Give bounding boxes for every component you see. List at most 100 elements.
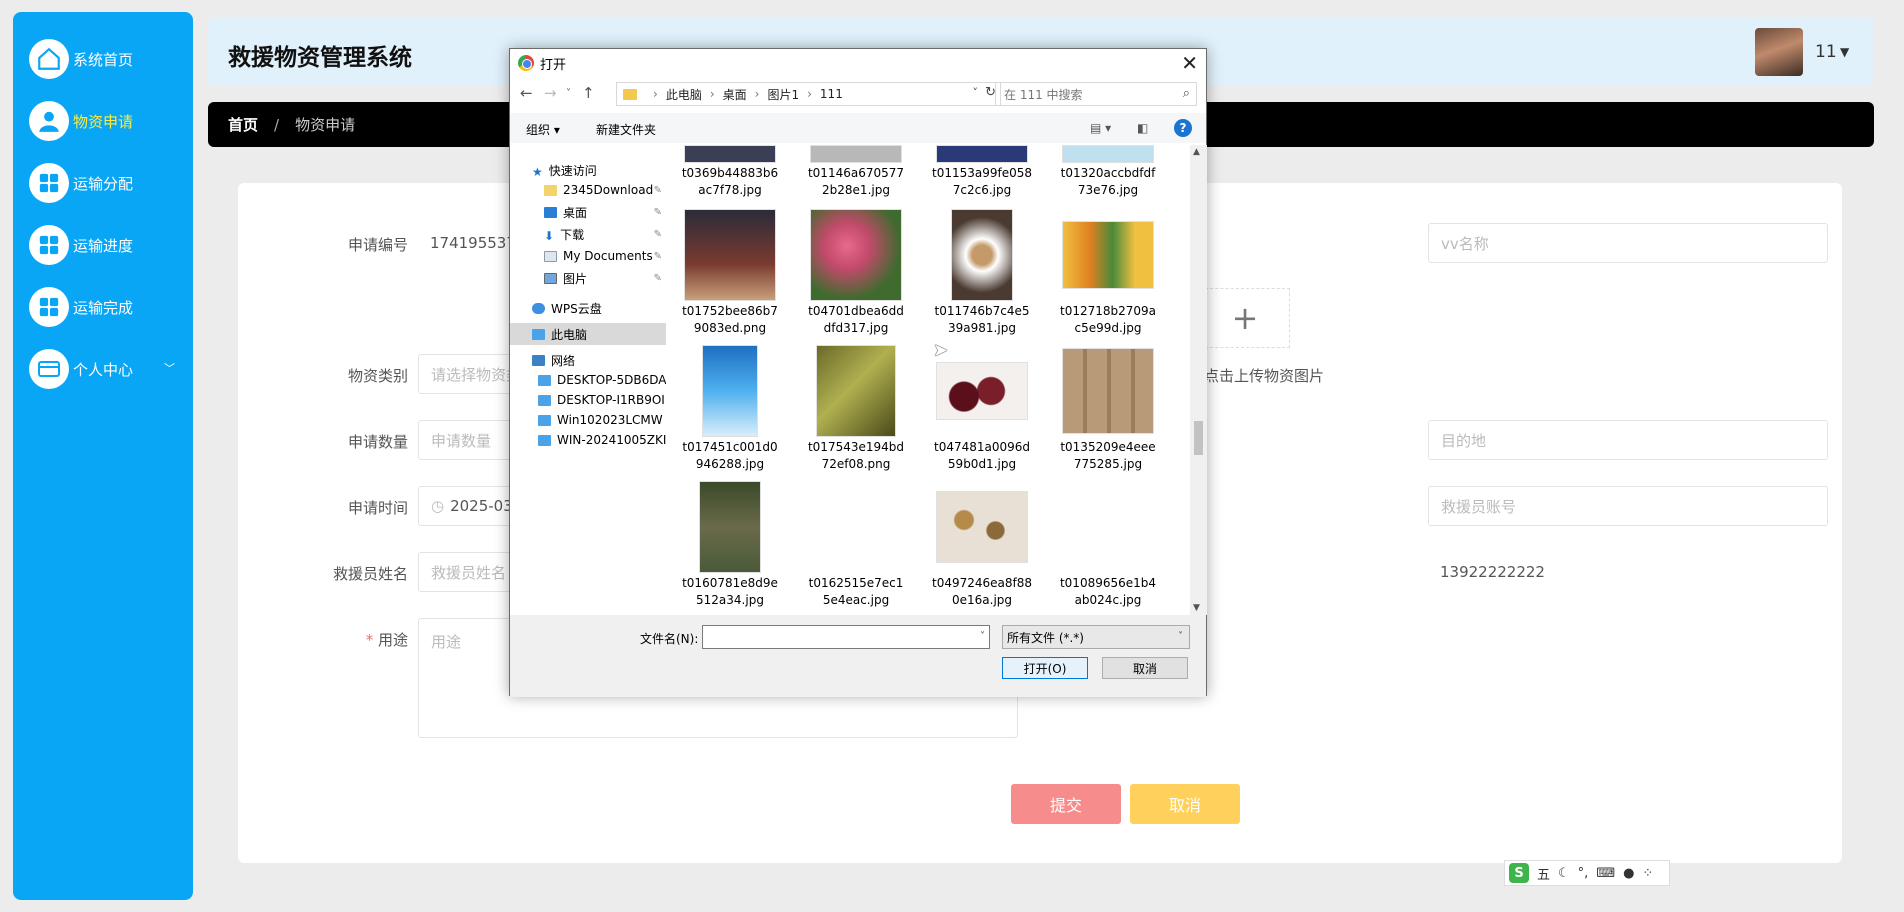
file-item[interactable]: t01320accbdfdf73e76.jpg: [1058, 145, 1158, 199]
tree-item-my-documents[interactable]: My Documents ✎: [510, 245, 666, 267]
tree-item-network[interactable]: 网络: [510, 349, 666, 371]
file-item[interactable]: t01153a99fe0587c2c6.jpg: [932, 145, 1032, 199]
dialog-cancel-button[interactable]: 取消: [1102, 657, 1188, 679]
back-icon[interactable]: ←: [520, 84, 533, 102]
tree-item-label: Win102023LCMW: [557, 413, 663, 427]
sidebar-item-transport-done[interactable]: 运输完成: [29, 286, 189, 328]
apply-time-value: 2025-03-: [450, 497, 519, 515]
sidebar: 系统首页 物资申请 运输分配 运输进度 运输完成 个人中心 ﹀: [13, 12, 193, 900]
address-bar[interactable]: › 此电脑 › 桌面 › 图片1 › 111 ˅ ↻: [616, 82, 1001, 106]
recent-dropdown-icon[interactable]: ˅: [566, 88, 571, 99]
file-item[interactable]: t01752bee86b79083ed.png: [680, 209, 780, 337]
file-item[interactable]: t012718b2709ac5e99d.jpg: [1058, 209, 1158, 337]
vertical-scrollbar[interactable]: ▲ ▼: [1190, 145, 1207, 615]
tree-item-pictures[interactable]: 图片 ✎: [510, 267, 666, 289]
scroll-up-icon[interactable]: ▲: [1193, 147, 1200, 157]
path-segment[interactable]: 图片1: [767, 86, 799, 103]
keyboard-icon[interactable]: ⌨: [1596, 866, 1615, 881]
chevron-down-icon: ﹀: [164, 362, 175, 375]
phone-value: 13922222222: [1428, 552, 1828, 592]
ime-mode[interactable]: 五: [1537, 864, 1550, 883]
view-options-icon[interactable]: ▤ ▾: [1090, 121, 1111, 135]
up-icon[interactable]: ↑: [582, 84, 595, 102]
sidebar-item-transport-progress[interactable]: 运输进度: [29, 224, 189, 266]
breadcrumb-separator: /: [274, 115, 280, 134]
cancel-button[interactable]: 取消: [1130, 784, 1240, 824]
submit-button[interactable]: 提交: [1011, 784, 1121, 824]
file-name: t01089656e1b4ab024c.jpg: [1059, 576, 1157, 607]
avatar[interactable]: [1755, 28, 1803, 76]
chevron-right-icon: ›: [807, 87, 812, 101]
path-segment[interactable]: 此电脑: [666, 86, 702, 103]
punctuation-icon[interactable]: °,: [1578, 866, 1589, 881]
material-name-input[interactable]: vv名称: [1428, 223, 1828, 263]
sidebar-item-apply[interactable]: 物资申请: [29, 100, 189, 142]
rescuer-account-input[interactable]: 救援员账号: [1428, 486, 1828, 526]
chevron-down-icon: ˅: [1178, 631, 1183, 642]
filename-input[interactable]: ˅: [702, 625, 990, 649]
path-segment[interactable]: 111: [820, 87, 843, 101]
tree-item-2345download[interactable]: 2345Download ✎: [510, 179, 666, 201]
tree-item-wps-cloud[interactable]: WPS云盘: [510, 297, 666, 319]
open-button[interactable]: 打开(O): [1002, 657, 1088, 679]
breadcrumb-home[interactable]: 首页: [228, 114, 258, 135]
sidebar-item-transport-assign[interactable]: 运输分配: [29, 162, 189, 204]
sidebar-item-home[interactable]: 系统首页: [29, 38, 189, 80]
preview-pane-icon[interactable]: ◧: [1137, 121, 1148, 135]
help-icon[interactable]: ?: [1174, 119, 1192, 137]
tree-item-this-pc[interactable]: 此电脑: [510, 323, 666, 345]
path-segment[interactable]: 桌面: [723, 86, 747, 103]
grid-menu-icon[interactable]: ⁘: [1642, 866, 1653, 881]
destination-input[interactable]: 目的地: [1428, 420, 1828, 460]
file-item[interactable]: t0369b44883b6ac7f78.jpg: [680, 145, 780, 199]
tree-item-network-pc[interactable]: Win102023LCMW: [510, 409, 666, 431]
star-icon: ★: [532, 164, 543, 179]
file-item[interactable]: t01146a6705772b28e1.jpg: [806, 145, 906, 199]
file-item[interactable]: t0497246ea8f880e16a.jpg: [932, 481, 1032, 609]
new-folder-button[interactable]: 新建文件夹: [596, 121, 656, 138]
moon-icon[interactable]: ☾: [1558, 866, 1570, 881]
tree-item-desktop[interactable]: 桌面 ✎: [510, 201, 666, 223]
search-input[interactable]: 在 111 中搜索 ⌕: [995, 82, 1197, 106]
sogou-logo-icon[interactable]: S: [1509, 863, 1529, 883]
file-item[interactable]: t017543e194bd72ef08.png: [806, 345, 906, 473]
dialog-footer: 文件名(N): ˅ 所有文件 (*.*) ˅ 打开(O) 取消: [510, 615, 1206, 697]
file-thumbnail: [810, 145, 902, 163]
upload-image-button[interactable]: +: [1200, 288, 1290, 348]
tree-item-label: 下载: [560, 227, 585, 242]
forward-icon[interactable]: →: [544, 84, 557, 102]
filetype-select[interactable]: 所有文件 (*.*) ˅: [1002, 625, 1190, 649]
file-item[interactable]: t0160781e8d9e512a34.jpg: [680, 481, 780, 609]
user-name[interactable]: 11: [1815, 42, 1837, 62]
file-name: t01153a99fe0587c2c6.jpg: [932, 166, 1033, 197]
organize-button[interactable]: 组织 ▾: [526, 121, 560, 138]
file-item[interactable]: t01089656e1b4ab024c.jpg: [1058, 481, 1158, 609]
file-item[interactable]: t047481a0096d59b0d1.jpg: [932, 345, 1032, 473]
chevron-down-icon[interactable]: ˅: [980, 631, 985, 642]
filename-label: 文件名(N):: [640, 632, 699, 646]
file-item[interactable]: t0162515e7ec15e4eac.jpg: [806, 481, 906, 609]
dialog-navbar: ← → ˅ ↑ › 此电脑 › 桌面 › 图片1 › 111 ˅ ↻ 在 111…: [510, 79, 1206, 109]
tree-item-downloads[interactable]: ⬇ 下载 ✎: [510, 223, 666, 245]
chevron-down-icon[interactable]: ˅: [973, 86, 979, 99]
close-icon[interactable]: ✕: [1181, 51, 1198, 75]
tree-item-network-pc[interactable]: WIN-20241005ZKI: [510, 429, 666, 451]
person-icon[interactable]: ●: [1623, 866, 1634, 881]
file-item[interactable]: t017451c001d0946288.jpg: [680, 345, 780, 473]
dialog-titlebar: 打开 ✕: [510, 49, 1206, 77]
caret-down-icon[interactable]: ▼: [1840, 45, 1849, 59]
file-name: t017451c001d0946288.jpg: [682, 440, 778, 471]
tree-item-network-pc[interactable]: DESKTOP-I1RB9OI: [510, 389, 666, 411]
scrollbar-thumb[interactable]: [1194, 421, 1203, 455]
tree-item-quick-access[interactable]: ★ 快速访问: [510, 159, 666, 181]
tree-item-network-pc[interactable]: DESKTOP-5DB6DA: [510, 369, 666, 391]
file-item[interactable]: t011746b7c4e539a981.jpg: [932, 209, 1032, 337]
sidebar-item-label: 运输完成: [73, 298, 134, 317]
desktop-icon: [544, 206, 557, 218]
folder-icon: [544, 184, 557, 196]
scroll-down-icon[interactable]: ▼: [1193, 603, 1200, 613]
sidebar-item-profile[interactable]: 个人中心 ﹀: [29, 348, 189, 390]
file-item[interactable]: t04701dbea6dddfd317.jpg: [806, 209, 906, 337]
file-item[interactable]: t0135209e4eee775285.jpg: [1058, 345, 1158, 473]
pin-icon: ✎: [653, 228, 662, 240]
